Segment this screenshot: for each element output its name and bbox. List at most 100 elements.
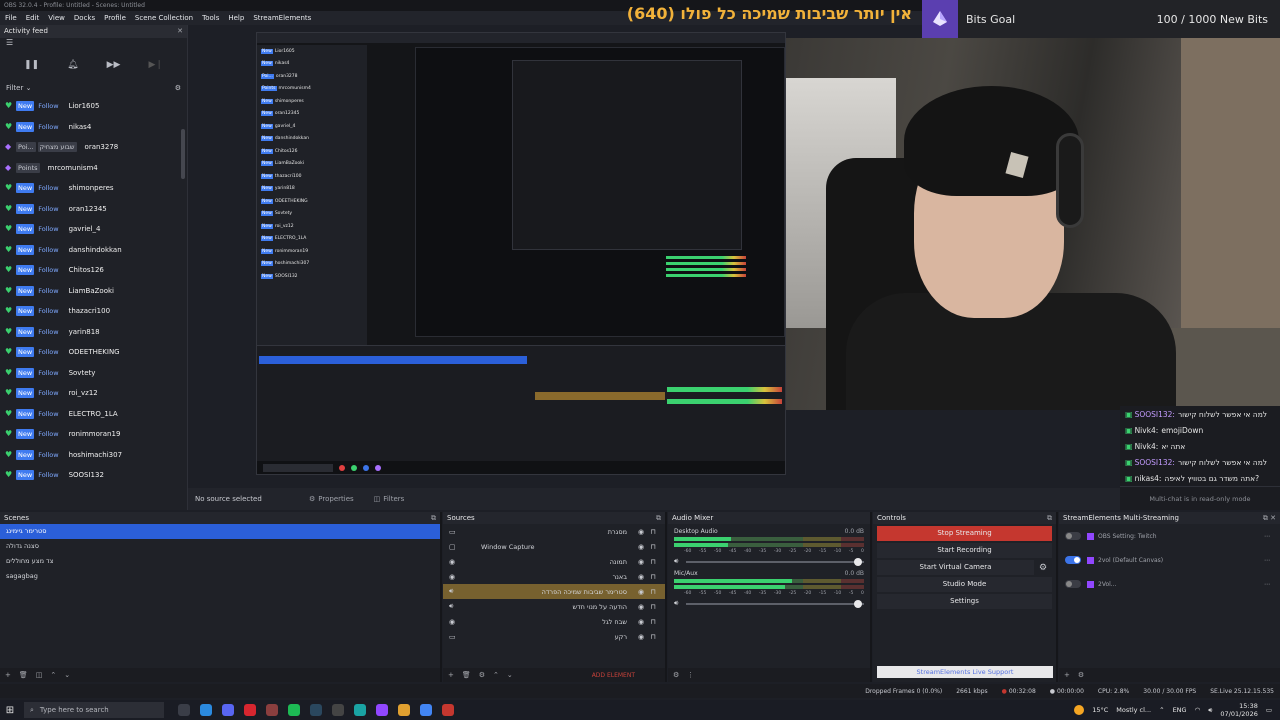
eye-icon[interactable]: ◉ (635, 573, 647, 581)
steam-icon[interactable] (310, 704, 322, 716)
menu-icon[interactable]: ☰ (0, 38, 13, 47)
properties-button[interactable]: ⚙ Properties (303, 493, 360, 505)
eye-icon[interactable]: ◉ (635, 528, 647, 536)
close-icon[interactable]: ⧉ ✕ (1263, 514, 1276, 523)
tray-chevron-icon[interactable]: ⌃ (1159, 706, 1164, 714)
menu-item-scene-collection[interactable]: Scene Collection (135, 14, 193, 22)
feed-item[interactable]: ♥ New Follow hoshimachi307 (0, 445, 187, 466)
gear-icon[interactable]: ⚙ (1034, 563, 1052, 573)
start-recording-button[interactable]: Start Recording (877, 543, 1052, 558)
start-virtual-camera-button[interactable]: Start Virtual Camera (877, 560, 1034, 575)
enable-toggle[interactable] (1065, 580, 1081, 588)
fader-track[interactable] (686, 557, 864, 566)
lock-icon[interactable]: ⊓ (647, 573, 659, 581)
language-indicator[interactable]: ENG (1173, 706, 1187, 714)
streamelements-icon[interactable] (442, 704, 454, 716)
move-down-icon[interactable]: ⌄ (507, 671, 513, 679)
feed-item[interactable]: ♥ New Follow Chitos126 (0, 260, 187, 281)
lock-icon[interactable]: ⊓ (647, 603, 659, 611)
popout-icon[interactable]: ⧉ (431, 514, 436, 523)
move-up-icon[interactable]: ⌃ (50, 671, 56, 679)
fader-knob[interactable] (854, 557, 863, 566)
gear-icon[interactable]: ⚙ (1078, 671, 1084, 679)
volume-fader[interactable]: 🔊︎ (674, 557, 864, 566)
add-icon[interactable]: + (5, 671, 11, 679)
menu-item-view[interactable]: View (48, 14, 65, 22)
feed-item[interactable]: ♥ New Follow oran12345 (0, 199, 187, 220)
source-item[interactable]: ◉ שבח לגל ◉ ⊓ (443, 614, 665, 629)
capcut-icon[interactable] (332, 704, 344, 716)
lock-icon[interactable]: ⊓ (647, 558, 659, 566)
fader-knob[interactable] (854, 599, 863, 608)
move-up-icon[interactable]: ⌃ (493, 671, 499, 679)
close-icon[interactable]: ✕ (177, 25, 183, 38)
volume-icon[interactable]: 🔊︎ (674, 557, 682, 566)
menu-item-tools[interactable]: Tools (202, 14, 219, 22)
filters-button[interactable]: ◫ Filters (368, 493, 411, 505)
feed-item[interactable]: ♥ New Follow ELECTRO_1LA (0, 404, 187, 425)
task-view-icon[interactable] (178, 704, 190, 716)
add-icon[interactable]: + (1064, 671, 1070, 679)
volume-fader[interactable]: 🔊︎ (674, 599, 864, 608)
move-down-icon[interactable]: ⌄ (64, 671, 70, 679)
menu-item-file[interactable]: File (5, 14, 17, 22)
eye-icon[interactable]: ◉ (635, 603, 647, 611)
obs-app-icon[interactable] (266, 704, 278, 716)
source-item[interactable]: ◉ באנר ◉ ⊓ (443, 569, 665, 584)
skip-icon[interactable]: ▶▶ (107, 60, 121, 70)
trash-icon[interactable]: 🗑︎ (19, 671, 28, 679)
eye-icon[interactable]: ◉ (635, 633, 647, 641)
filter-icon[interactable]: ◫ (36, 671, 43, 679)
settings-button[interactable]: Settings (877, 594, 1052, 609)
lock-icon[interactable]: ⊓ (647, 543, 659, 551)
menu-item-profile[interactable]: Profile (104, 14, 126, 22)
live-support-button[interactable]: StreamElements Live Support (877, 666, 1053, 678)
scene-item[interactable]: סצנה גדולה (0, 539, 440, 554)
gear-icon[interactable]: ⚙ (479, 671, 485, 679)
more-icon[interactable]: ⋮ (687, 671, 694, 679)
eye-icon[interactable]: ◉ (635, 588, 647, 596)
source-item[interactable]: 🔊︎ הודעה על מנוי חדש ◉ ⊓ (443, 599, 665, 614)
lock-icon[interactable]: ⊓ (647, 618, 659, 626)
spotify-icon[interactable] (288, 704, 300, 716)
feed-item[interactable]: ♥ New Follow roi_vz12 (0, 383, 187, 404)
feed-item[interactable]: ♥ New Follow thazacri100 (0, 301, 187, 322)
feed-scrollbar[interactable] (181, 129, 185, 179)
add-icon[interactable]: + (448, 671, 454, 679)
preview-canvas[interactable]: New Lior1605 New nikas4 Poi... oran3278 Points… (256, 32, 786, 475)
source-item[interactable]: ▭ מסגרת ◉ ⊓ (443, 524, 665, 539)
source-item[interactable]: 🔊︎ סטרימר שביבות שמיכה הפרדה ◉ ⊓ (443, 584, 665, 599)
feed-item[interactable]: ♥ New Follow SOOSI132 (0, 465, 187, 486)
feed-item[interactable]: ♥ New Follow ronimmoran19 (0, 424, 187, 445)
feed-filter[interactable]: Filter ⌄ ⚙ (0, 80, 187, 96)
discord-icon[interactable] (222, 704, 234, 716)
popout-icon[interactable]: ⧉ (656, 514, 661, 523)
stop-streaming-button[interactable]: Stop Streaming (877, 526, 1052, 541)
fader-track[interactable] (686, 599, 864, 608)
source-item[interactable]: ▢ Window Capture ◉ ⊓ (443, 539, 665, 554)
lock-icon[interactable]: ⊓ (647, 633, 659, 641)
lock-icon[interactable]: ⊓ (647, 588, 659, 596)
feed-item[interactable]: ♥ New Follow ODEETHEKING (0, 342, 187, 363)
app-icon[interactable] (354, 704, 366, 716)
enable-toggle[interactable] (1065, 532, 1081, 540)
volume-icon[interactable]: 🔊︎ (674, 599, 682, 608)
source-item[interactable]: ▭ רקע ◉ ⊓ (443, 629, 665, 644)
gear-icon[interactable]: ⚙ (673, 671, 679, 679)
feed-item[interactable]: ♥ New Follow yarin818 (0, 322, 187, 343)
twitch-icon[interactable] (376, 704, 388, 716)
more-icon[interactable]: ⋯ (1264, 581, 1270, 588)
windows-start-icon[interactable]: ⊞ (0, 705, 20, 716)
eye-icon[interactable]: ◉ (635, 618, 647, 626)
opera-icon[interactable] (244, 704, 256, 716)
menu-item-help[interactable]: Help (228, 14, 244, 22)
eye-icon[interactable]: ◉ (635, 558, 647, 566)
feed-item[interactable]: ♥ New Follow gavriel_4 (0, 219, 187, 240)
wifi-icon[interactable]: ◠ (1195, 706, 1201, 714)
folder-icon[interactable] (398, 704, 410, 716)
feed-item[interactable]: ♥ New Follow danshindokkan (0, 240, 187, 261)
bell-icon[interactable]: 🔔︎ (67, 60, 78, 70)
scene-item[interactable]: צד מצע מחוללים (0, 554, 440, 569)
trash-icon[interactable]: 🗑︎ (462, 671, 471, 679)
taskbar-clock[interactable]: 15:38 07/01/2026 (1220, 702, 1257, 718)
